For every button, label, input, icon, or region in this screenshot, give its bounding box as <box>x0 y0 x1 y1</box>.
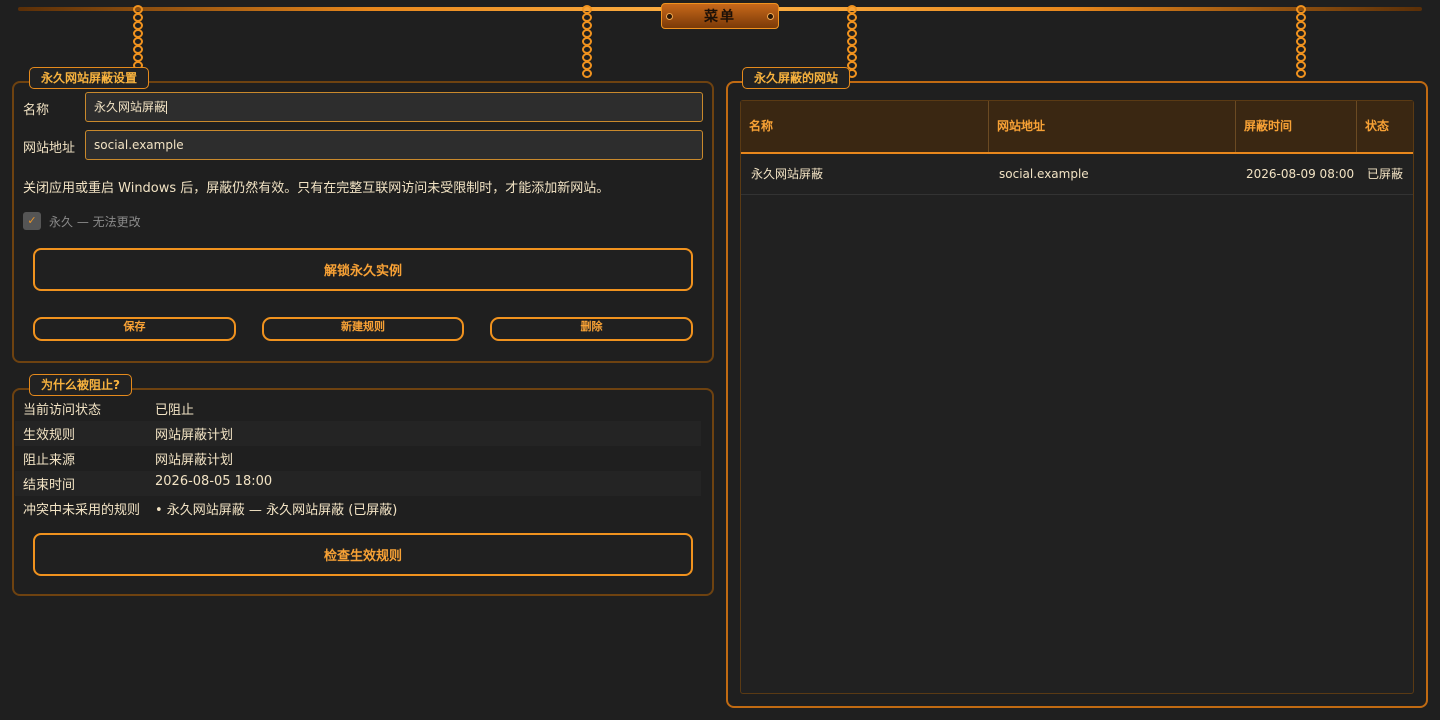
unlock-permanent-button[interactable]: 解锁永久实例 <box>33 248 693 291</box>
menu-label: 菜单 <box>704 9 736 25</box>
text-caret <box>166 101 168 114</box>
chain-decoration <box>580 5 594 78</box>
settings-legend: 永久网站屏蔽设置 <box>29 67 150 89</box>
conflict-row: 冲突中未采用的规则 • 永久网站屏蔽 — 永久网站屏蔽 (已屏蔽) <box>15 496 701 521</box>
cell-time: 2026-08-09 08:00 <box>1246 167 1355 181</box>
new-rule-button[interactable]: 新建规则 <box>262 317 464 341</box>
name-input-value: 永久网站屏蔽 <box>94 100 167 114</box>
end-time-row: 结束时间 2026-08-05 18:00 <box>15 471 701 496</box>
column-header-url[interactable]: 网站地址 <box>989 101 1236 152</box>
check-active-rule-button[interactable]: 检查生效规则 <box>33 533 693 576</box>
url-input-value: social.example <box>94 138 184 152</box>
block-source-row: 阻止来源 网站屏蔽计划 <box>15 446 701 471</box>
block-source-key: 阻止来源 <box>23 453 76 468</box>
cell-name: 永久网站屏蔽 <box>751 167 824 181</box>
block-source-value: 网站屏蔽计划 <box>155 453 234 468</box>
name-input[interactable]: 永久网站屏蔽 <box>85 92 703 122</box>
conflict-value: • 永久网站屏蔽 — 永久网站屏蔽 (已屏蔽) <box>155 503 398 518</box>
active-rule-row: 生效规则 网站屏蔽计划 <box>15 421 701 446</box>
table-header: 名称 网站地址 屏蔽时间 状态 <box>741 101 1413 154</box>
cell-status: 已屏蔽 <box>1367 167 1404 181</box>
conflict-key: 冲突中未采用的规则 <box>23 503 141 518</box>
status-value: 已阻止 <box>155 403 195 418</box>
column-header-name[interactable]: 名称 <box>741 101 989 152</box>
column-header-time[interactable]: 屏蔽时间 <box>1236 101 1357 152</box>
end-time-key: 结束时间 <box>23 478 76 493</box>
end-time-value: 2026-08-05 18:00 <box>155 474 273 489</box>
why-blocked-legend: 为什么被阻止? <box>29 374 132 396</box>
rivet-icon <box>666 13 673 20</box>
cell-url: social.example <box>999 167 1089 181</box>
column-header-status[interactable]: 状态 <box>1357 101 1413 152</box>
status-row: 当前访问状态 已阻止 <box>15 396 701 421</box>
active-rule-value: 网站屏蔽计划 <box>155 428 234 443</box>
active-rule-key: 生效规则 <box>23 428 76 443</box>
table-row[interactable]: 永久网站屏蔽 social.example 2026-08-09 08:00 已… <box>741 154 1413 195</box>
checkmark-icon: ✓ <box>27 214 37 227</box>
save-button[interactable]: 保存 <box>33 317 236 341</box>
delete-button-label: 删除 <box>580 320 603 333</box>
permanent-label: 永久 — 无法更改 <box>49 215 141 229</box>
url-input[interactable]: social.example <box>85 130 703 160</box>
menu-button[interactable]: 菜单 <box>661 3 779 29</box>
new-rule-button-label: 新建规则 <box>341 320 385 333</box>
url-label: 网站地址 <box>23 141 76 156</box>
name-label: 名称 <box>23 103 50 118</box>
rivet-icon <box>767 13 774 20</box>
blocked-sites-table: 名称 网站地址 屏蔽时间 状态 永久网站屏蔽 social.example 20… <box>740 100 1414 694</box>
persistence-note: 关闭应用或重启 Windows 后，屏蔽仍然有效。只有在完整互联网访问未受限制时… <box>23 181 610 196</box>
status-key: 当前访问状态 <box>23 403 102 418</box>
permanent-checkbox[interactable]: ✓ <box>23 212 41 230</box>
blocked-sites-legend: 永久屏蔽的网站 <box>742 67 851 89</box>
delete-button[interactable]: 删除 <box>490 317 693 341</box>
chain-decoration <box>1294 5 1308 78</box>
save-button-label: 保存 <box>123 320 146 333</box>
